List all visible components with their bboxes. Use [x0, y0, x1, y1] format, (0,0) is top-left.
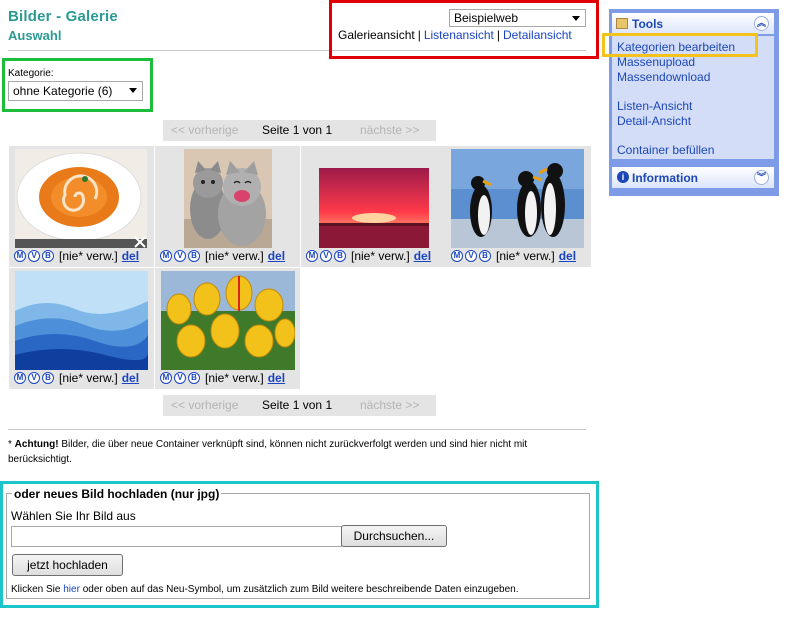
upload-hint: Klicken Sie hier oder oben auf das Neu-S… [11, 584, 519, 595]
item-actions: MVB [nie* verw.] del [14, 249, 139, 263]
thumb-blue-hills[interactable] [15, 271, 148, 370]
view-link-gallery[interactable]: Galerieansicht [338, 28, 415, 42]
page-subtitle: Auswahl [8, 28, 62, 43]
chevron-down-icon [572, 16, 580, 21]
m-icon[interactable]: M [14, 250, 26, 262]
m-icon[interactable]: M [451, 250, 463, 262]
m-icon[interactable]: M [306, 250, 318, 262]
sidebar-item-mass-upload[interactable]: Massenupload [617, 55, 695, 69]
pager-info: Seite 1 von 1 [262, 123, 333, 137]
b-icon[interactable]: B [334, 250, 346, 262]
pager-next[interactable]: nächste >> [360, 123, 419, 137]
gallery-item: MVB [nie* verw.] del [9, 146, 154, 267]
delete-link[interactable]: del [559, 249, 576, 263]
usage-status: [nie* verw.] [59, 249, 118, 263]
thumb-sunset[interactable] [319, 168, 429, 248]
v-icon[interactable]: V [174, 250, 186, 262]
sidebar-item-detail-view[interactable]: Detail-Ansicht [617, 114, 691, 128]
gallery-item: MVB [nie* verw.] del [446, 146, 591, 267]
upload-legend: oder neues Bild hochladen (nur jpg) [12, 487, 222, 501]
sidebar-item-mass-download[interactable]: Massendownload [617, 70, 710, 84]
delete-link[interactable]: del [414, 249, 431, 263]
browse-button[interactable]: Durchsuchen... [341, 525, 447, 547]
view-link-detail[interactable]: Detailansicht [503, 28, 572, 42]
tools-title: Tools [632, 17, 664, 31]
pager-prev[interactable]: << vorherige [171, 123, 238, 137]
b-icon[interactable]: B [42, 250, 54, 262]
page-title: Bilder - Galerie [8, 8, 118, 25]
item-actions: MVB [nie* verw.] del [160, 249, 285, 263]
delete-link[interactable]: del [268, 249, 285, 263]
m-icon[interactable]: M [160, 250, 172, 262]
file-path-input[interactable] [11, 526, 342, 547]
file-choose-label: Wählen Sie Ihr Bild aus [11, 509, 136, 523]
pager-bottom: << vorherige Seite 1 von 1 nächste >> [163, 395, 436, 416]
gallery-item: MVB [nie* verw.] del [9, 268, 154, 389]
gallery-item: MVB [nie* verw.] del [301, 146, 446, 267]
usage-status: [nie* verw.] [205, 249, 264, 263]
delete-link[interactable]: del [268, 371, 285, 385]
view-links: Galerieansicht | Listenansicht | Detailansic… [338, 28, 572, 42]
thumb-cats[interactable] [184, 149, 272, 248]
thumb-soup[interactable] [15, 149, 147, 248]
expand-icon[interactable]: ︾ [754, 170, 769, 185]
sidebar-item-list-view[interactable]: Listen-Ansicht [617, 99, 692, 113]
chevron-down-icon [129, 88, 137, 93]
content-divider [8, 429, 586, 430]
category-select-value: ohne Kategorie (6) [13, 84, 113, 98]
item-actions: MVB [nie* verw.] del [451, 249, 576, 263]
usage-status: [nie* verw.] [351, 249, 410, 263]
usage-status: [nie* verw.] [496, 249, 555, 263]
b-icon[interactable]: B [188, 372, 200, 384]
notice-text: * Achtung! Bilder, die über neue Contain… [8, 439, 528, 465]
item-actions: MVB [nie* verw.] del [306, 249, 431, 263]
v-icon[interactable]: V [465, 250, 477, 262]
b-icon[interactable]: B [188, 250, 200, 262]
gallery-item: MVB [nie* verw.] del [155, 146, 300, 267]
v-icon[interactable]: V [28, 250, 40, 262]
upload-button[interactable]: jetzt hochladen [12, 554, 123, 576]
category-label: Kategorie: [8, 68, 54, 79]
information-header[interactable]: i Information ︾ [612, 167, 774, 188]
delete-link[interactable]: del [122, 371, 139, 385]
web-select-value: Beispielweb [454, 11, 519, 25]
view-link-list[interactable]: Listenansicht [424, 28, 494, 42]
category-select[interactable]: ohne Kategorie (6) [8, 81, 143, 101]
categories-highlight [602, 33, 758, 57]
b-icon[interactable]: B [479, 250, 491, 262]
item-actions: MVB [nie* verw.] del [160, 371, 285, 385]
usage-status: [nie* verw.] [59, 371, 118, 385]
item-actions: MVB [nie* verw.] del [14, 371, 139, 385]
information-title: Information [632, 171, 698, 185]
b-icon[interactable]: B [42, 372, 54, 384]
tools-header[interactable]: Tools ︽ [612, 13, 774, 34]
m-icon[interactable]: M [160, 372, 172, 384]
thumb-tulips[interactable] [161, 271, 295, 370]
gallery-item: MVB [nie* verw.] del [155, 268, 300, 389]
web-select[interactable]: Beispielweb [449, 9, 586, 27]
hint-link[interactable]: hier [63, 584, 80, 595]
thumb-penguins[interactable] [451, 149, 584, 248]
m-icon[interactable]: M [14, 372, 26, 384]
v-icon[interactable]: V [28, 372, 40, 384]
v-icon[interactable]: V [174, 372, 186, 384]
delete-link[interactable]: del [122, 249, 139, 263]
collapse-icon[interactable]: ︽ [754, 16, 769, 31]
sidebar-item-fill-container[interactable]: Container befüllen [617, 143, 714, 157]
pager-top: << vorherige Seite 1 von 1 nächste >> [163, 120, 436, 141]
pager-info: Seite 1 von 1 [262, 398, 333, 412]
usage-status: [nie* verw.] [205, 371, 264, 385]
pager-prev[interactable]: << vorherige [171, 398, 238, 412]
pager-next[interactable]: nächste >> [360, 398, 419, 412]
v-icon[interactable]: V [320, 250, 332, 262]
tools-icon [616, 18, 628, 29]
notice-warning: Achtung! [14, 439, 59, 450]
info-icon: i [617, 171, 629, 183]
